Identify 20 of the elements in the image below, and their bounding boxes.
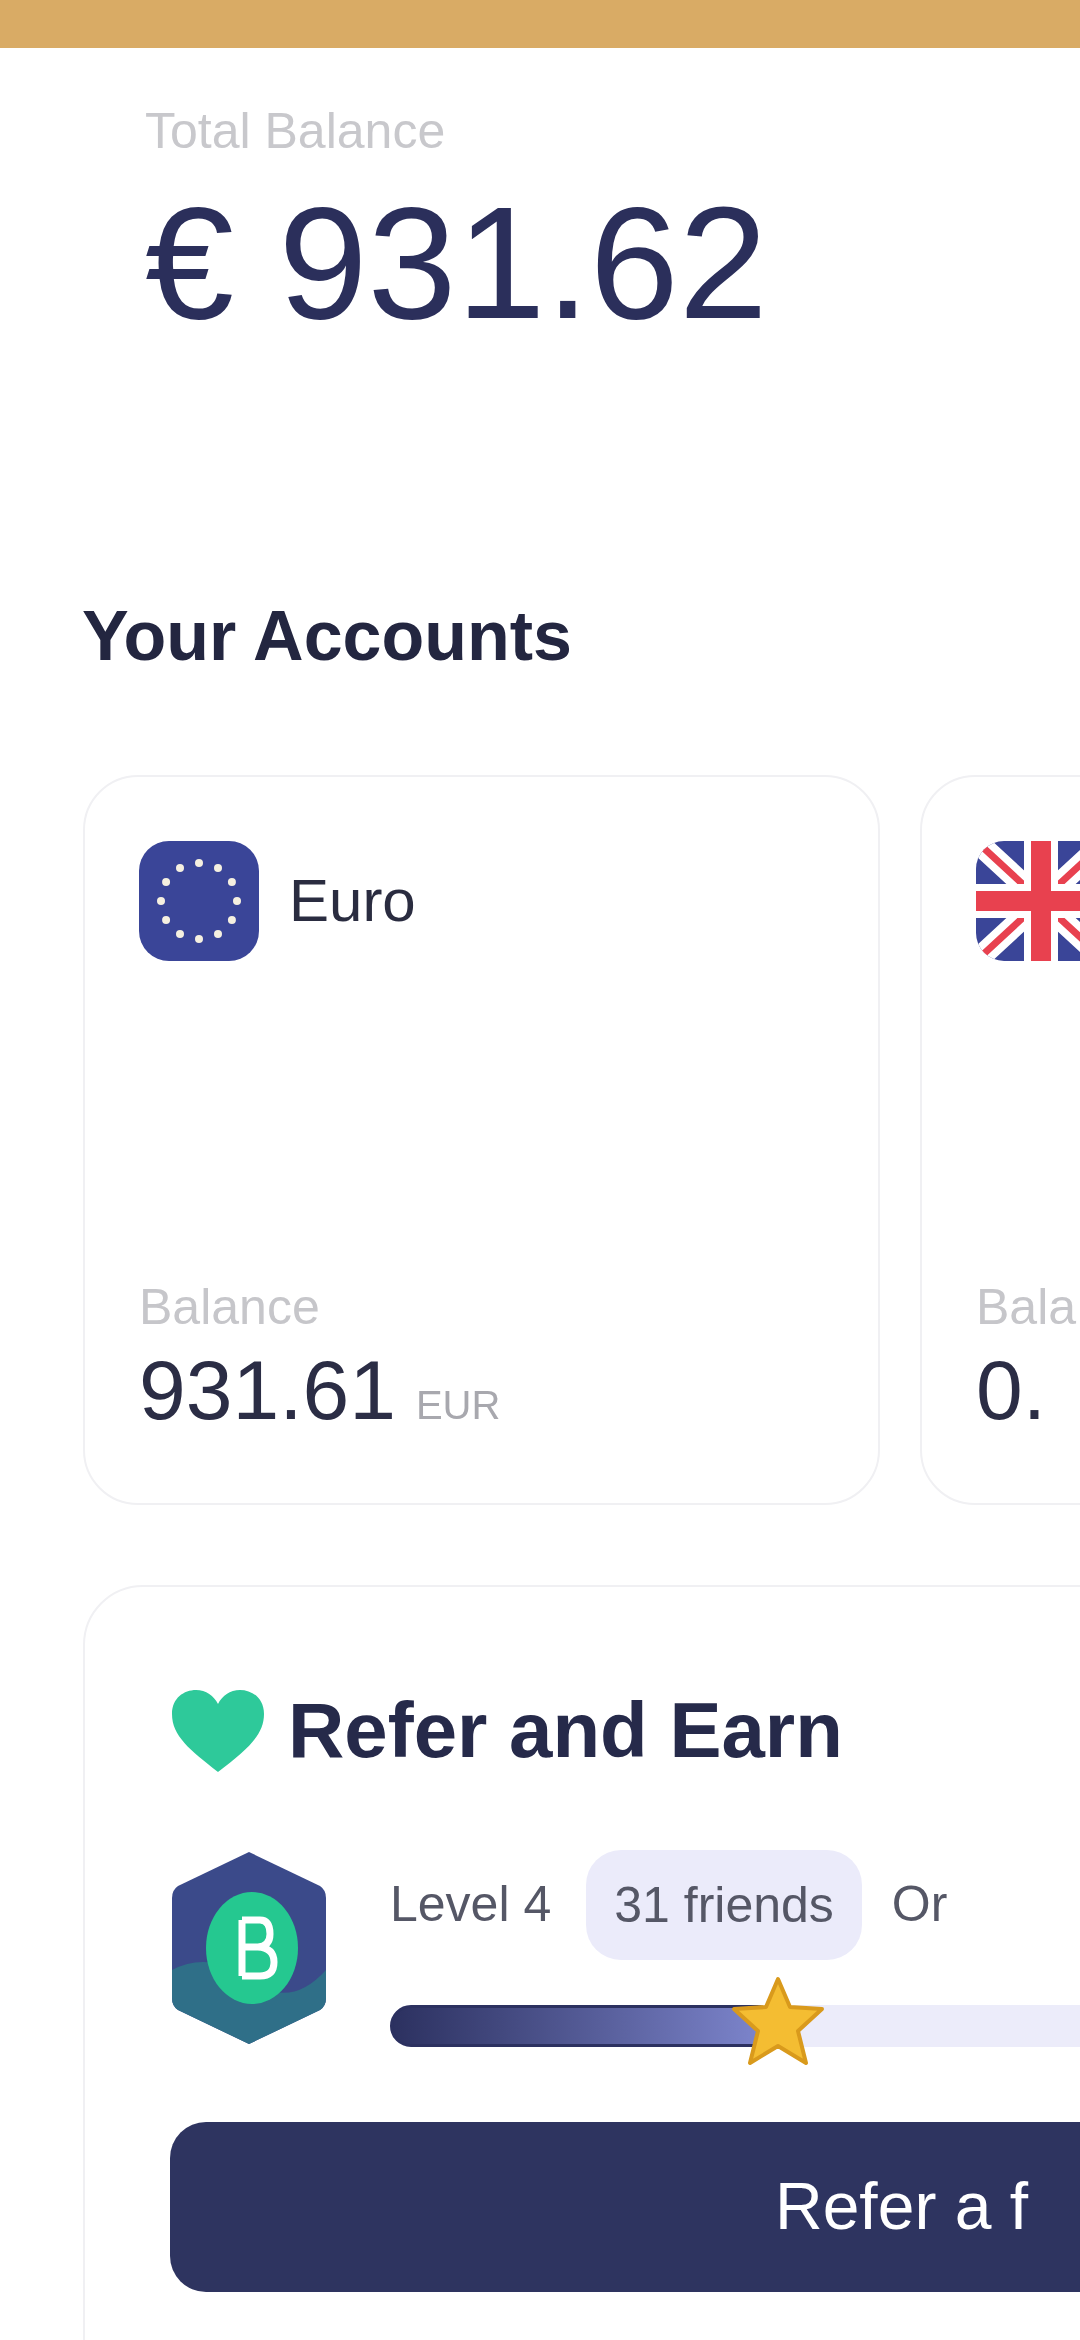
section-title: Your Accounts xyxy=(82,595,574,677)
bitcoin-badge-icon xyxy=(170,1849,328,2046)
total-balance-amount: € 931.62 xyxy=(145,182,769,343)
balance-amount: 931.61 xyxy=(139,1342,396,1439)
account-name: Euro xyxy=(289,866,416,936)
currency-code: EUR xyxy=(415,1382,501,1429)
referral-title: Refer and Earn xyxy=(288,1685,843,1776)
next-level-label: Or xyxy=(891,1875,948,1934)
uk-flag-icon xyxy=(976,841,1080,961)
star-icon xyxy=(730,1974,827,2067)
account-card[interactable]: Bala 0. xyxy=(920,775,1080,1505)
balance-label: Bala xyxy=(976,1277,1077,1337)
eu-flag-icon xyxy=(139,841,259,961)
refer-friend-button[interactable]: Refer a f xyxy=(170,2121,1080,2292)
friends-count: 31 friends xyxy=(586,1849,862,1960)
balance-amount: 0. xyxy=(976,1342,1047,1439)
heart-icon xyxy=(170,1687,266,1774)
account-card[interactable]: Euro Balance 931.61 EUR xyxy=(83,775,880,1505)
balance-label: Balance xyxy=(139,1277,320,1337)
level-label: Level 4 xyxy=(390,1875,552,1934)
